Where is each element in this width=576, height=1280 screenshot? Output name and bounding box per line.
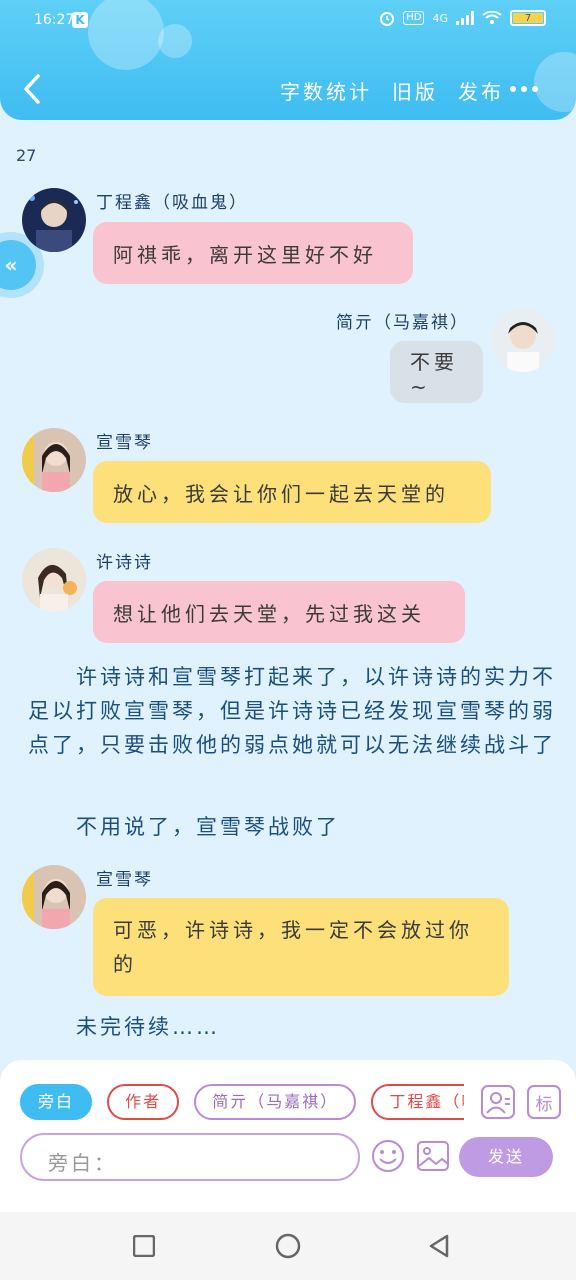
hd-icon: HD — [403, 11, 425, 25]
alarm-icon — [380, 12, 395, 26]
image-icon[interactable] — [416, 1139, 450, 1173]
chat-bubble[interactable]: 可恶，许诗诗，我一定不会放过你的 — [93, 898, 509, 996]
role-chip-character[interactable]: 简亓（马嘉祺） — [194, 1084, 357, 1120]
chat-bubble[interactable]: 阿祺乖，离开这里好不好 — [93, 222, 413, 284]
avatar[interactable] — [22, 865, 86, 929]
send-button[interactable]: 发送 — [459, 1137, 553, 1177]
narration-paragraph: 未完待续…… — [28, 1015, 220, 1039]
recent-apps-icon[interactable] — [133, 1235, 155, 1257]
decor-bubble — [158, 24, 192, 58]
role-chip-character[interactable]: 丁程鑫（吸血 — [371, 1084, 464, 1120]
avatar[interactable] — [22, 188, 86, 252]
speaker-name: 简亓（马嘉祺） — [336, 313, 469, 333]
speaker-name: 宣雪琴 — [96, 870, 153, 890]
avatar[interactable] — [22, 548, 86, 612]
speaker-name: 丁程鑫（吸血鬼） — [96, 193, 248, 213]
system-back-icon[interactable] — [428, 1234, 450, 1258]
character-manage-icon[interactable] — [481, 1085, 515, 1119]
chat-bubble[interactable]: 想让他们去天堂，先过我这关 — [93, 581, 465, 643]
back-arrow-icon[interactable] — [18, 72, 48, 106]
app-notification-icon: K — [72, 12, 88, 28]
battery-icon: 7 — [510, 10, 546, 26]
speaker-name: 宣雪琴 — [96, 433, 153, 453]
input-role-prefix: 旁白： — [48, 1151, 117, 1175]
chat-bubble[interactable]: 放心，我会让你们一起去天堂的 — [93, 461, 491, 523]
narration-paragraph: 许诗诗和宣雪琴打起来了，以许诗诗的实力不足以打败宣雪琴，但是许诗诗已经发现宣雪琴… — [28, 665, 556, 757]
word-count-button[interactable]: 字数统计 — [280, 76, 372, 105]
tag-icon[interactable]: 标 — [527, 1085, 561, 1119]
decor-bubble — [534, 52, 576, 112]
chat-bubble[interactable]: 不要~ — [390, 341, 483, 403]
more-options-icon[interactable] — [510, 86, 538, 92]
wifi-icon — [482, 11, 502, 24]
network-type: 4G — [432, 11, 448, 25]
system-navigation-bar — [0, 1212, 576, 1280]
home-icon[interactable] — [275, 1233, 301, 1259]
header-actions: 字数统计 旧版 发布 — [280, 76, 504, 105]
message-input[interactable]: 旁白： — [20, 1133, 360, 1181]
decor-bubble — [88, 0, 164, 70]
role-chip-author[interactable]: 作者 — [107, 1084, 180, 1120]
narration-paragraph: 不用说了，宣雪琴战败了 — [28, 815, 340, 839]
speaker-name: 许诗诗 — [96, 553, 153, 573]
status-icons: HD 4G 7 — [379, 10, 546, 26]
avatar[interactable] — [491, 308, 555, 372]
top-app-bar: 16:27 K HD 4G 7 字数统计 旧版 发布 — [0, 0, 576, 120]
role-chip-narrator[interactable]: 旁白 — [20, 1084, 93, 1120]
chapter-number: 27 — [16, 146, 37, 165]
old-version-button[interactable]: 旧版 — [392, 76, 438, 105]
role-chip-list[interactable]: 旁白 作者 简亓（马嘉祺） 丁程鑫（吸血 — [20, 1084, 464, 1120]
signal-icon — [456, 11, 474, 25]
status-time: 16:27 — [34, 12, 75, 28]
avatar[interactable] — [22, 428, 86, 492]
emoji-icon[interactable] — [371, 1139, 405, 1173]
publish-button[interactable]: 发布 — [458, 76, 504, 105]
